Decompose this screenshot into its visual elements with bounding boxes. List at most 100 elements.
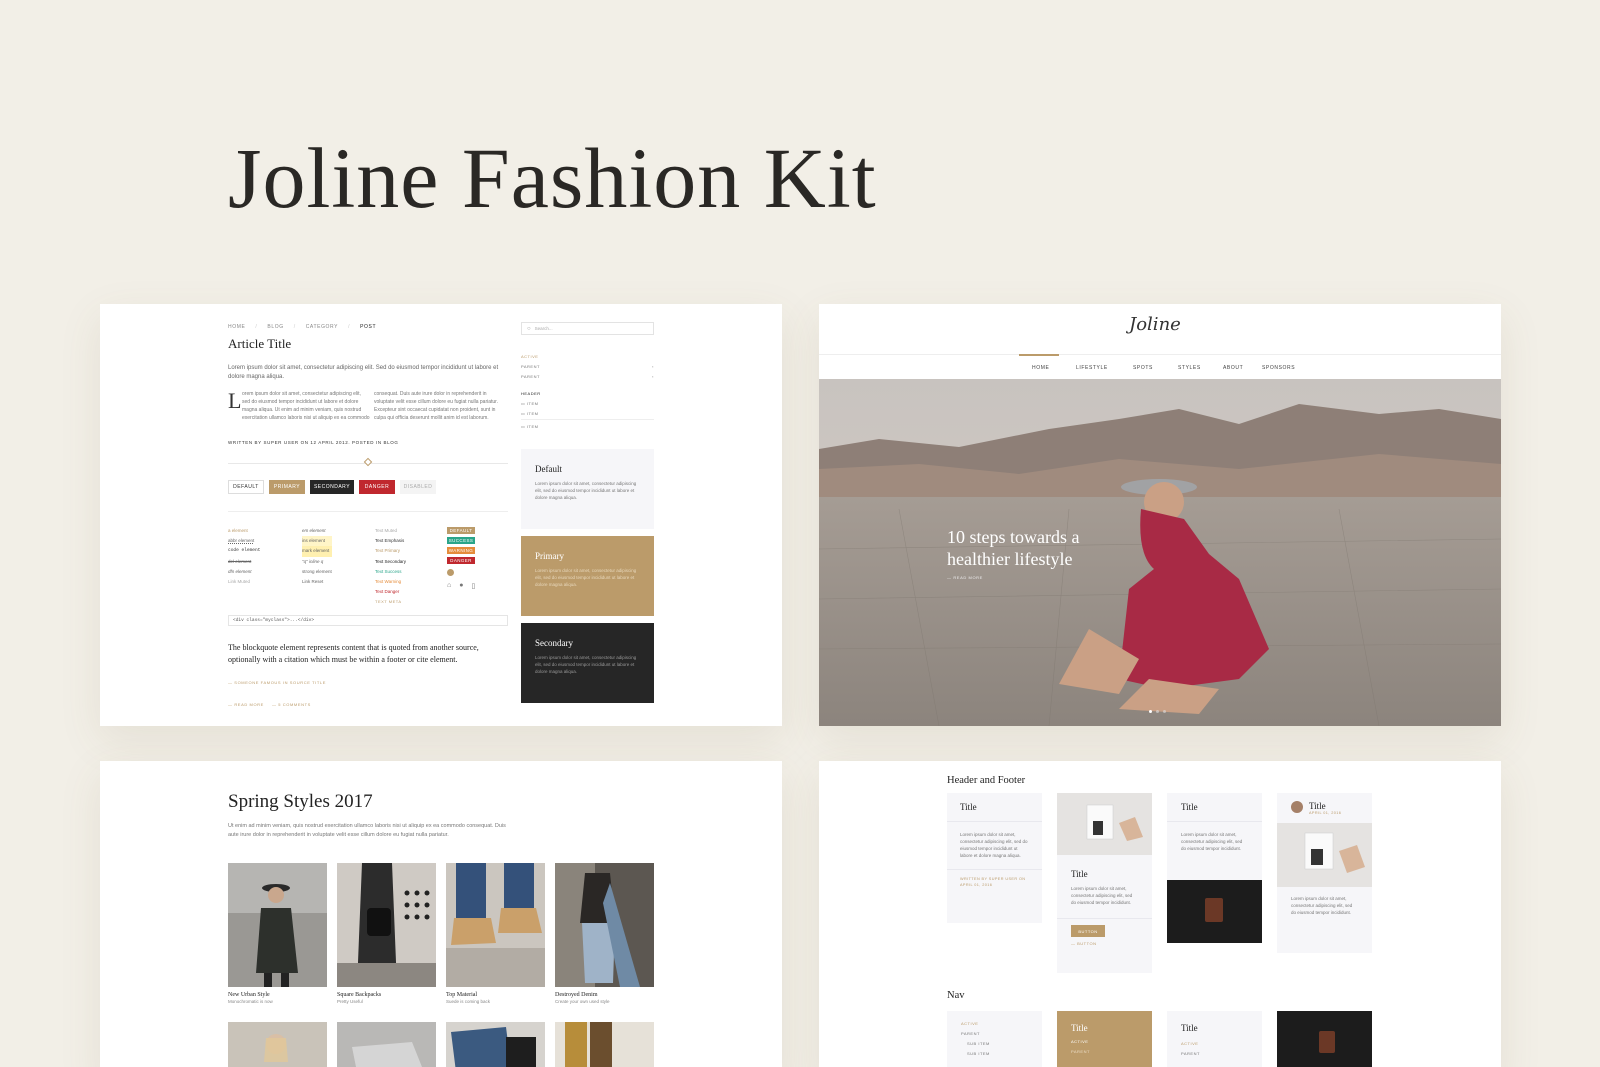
slider-dot-active[interactable] — [1149, 710, 1152, 713]
secondary-button[interactable]: SECONDARY — [310, 480, 354, 494]
sidenav-item-parent[interactable]: PARENT ‹ — [521, 362, 654, 372]
nav-spots[interactable]: SPOTS — [1133, 365, 1153, 371]
divider — [1167, 821, 1262, 822]
github-icon[interactable]: ● — [459, 582, 463, 590]
gallery-item-title[interactable]: Top Material — [446, 992, 490, 998]
text-danger: Text Danger — [375, 589, 400, 595]
nav-item-active[interactable]: ACTIVE — [961, 1019, 1028, 1029]
card-primary: Primary Lorem ipsum dolor sit amet, cons… — [521, 536, 654, 616]
dot-badge — [447, 569, 454, 576]
section-title-nav: Nav — [947, 990, 965, 1001]
code-element: code element — [228, 548, 261, 554]
gallery-caption: Destroyed Denim Create your own used sty… — [555, 992, 610, 1004]
breadcrumb-home[interactable]: HOME — [228, 324, 245, 330]
nav-about[interactable]: ABOUT — [1223, 365, 1243, 371]
card-text: Lorem ipsum dolor sit amet, consectetur … — [535, 568, 637, 587]
gallery-image-urban[interactable] — [228, 863, 327, 987]
slider-dot[interactable] — [1163, 710, 1166, 713]
badge-danger: DANGER — [447, 557, 475, 564]
card-text: Lorem ipsum dolor sit amet, consectetur … — [960, 832, 1028, 858]
nav-card-default: ACTIVE PARENT SUB ITEM SUB ITEM — [947, 1011, 1042, 1067]
gallery-image[interactable] — [337, 1022, 436, 1067]
gallery-item-sub: Pretty Useful — [337, 999, 363, 1004]
hero-read-more-link[interactable]: — READ MORE — [947, 575, 983, 580]
breadcrumb-blog[interactable]: BLOG — [267, 324, 283, 330]
danger-button[interactable]: DANGER — [359, 480, 395, 494]
card-title: Secondary — [535, 638, 573, 648]
comments-link[interactable]: — 5 COMMENTS — [272, 702, 311, 707]
gallery-image[interactable] — [228, 1022, 327, 1067]
read-more-link[interactable]: — READ MORE — [228, 702, 264, 707]
card-title: Title — [1309, 801, 1326, 811]
card-title: Title — [960, 802, 977, 812]
search-icon: ○ — [527, 325, 531, 332]
card-text: Lorem ipsum dolor sit amet, consectetur … — [535, 655, 637, 674]
gallery-item-sub: Monochromatic is now — [228, 999, 273, 1004]
gallery-image[interactable] — [446, 1022, 545, 1067]
home-icon[interactable]: ⌂ — [447, 582, 451, 590]
sidenav-header: HEADER — [521, 391, 541, 396]
nav-item-parent[interactable]: PARENT — [1181, 1049, 1248, 1059]
card-secondary: Secondary Lorem ipsum dolor sit amet, co… — [521, 623, 654, 703]
primary-button[interactable]: PRIMARY — [269, 480, 305, 494]
page-title: Joline Fashion Kit — [228, 130, 877, 226]
nav-home[interactable]: HOME — [1032, 365, 1049, 371]
sidenav-item[interactable]: ▭ ITEM — [521, 409, 654, 419]
sidenav-item[interactable]: ▭ ITEM — [521, 419, 654, 432]
search-input[interactable]: Search... — [535, 326, 553, 331]
divider — [1057, 918, 1152, 919]
badge-success: SUCCESS — [447, 537, 475, 544]
nav-item-parent[interactable]: PARENT — [1071, 1047, 1138, 1057]
nav-card-dark — [1277, 1011, 1372, 1067]
nav-item-active[interactable]: ACTIVE — [1071, 1037, 1138, 1047]
slider-dot[interactable] — [1156, 710, 1159, 713]
article-footer-links: — READ MORE — 5 COMMENTS — [228, 702, 311, 707]
article-panel: HOME / BLOG / CATEGORY / POST Article Title… — [100, 304, 782, 726]
gallery-image-denim[interactable] — [555, 863, 654, 987]
nav-item-active[interactable]: ACTIVE — [1181, 1039, 1248, 1049]
gallery-item-title[interactable]: Square Backpacks — [337, 992, 381, 998]
nav-styles[interactable]: STYLES — [1178, 365, 1201, 371]
gallery-item-title[interactable]: Destroyed Denim — [555, 992, 610, 998]
text-elements-col-3: Text Muted Text Emphasis Text Primary Te… — [375, 526, 406, 608]
nav-sub-item[interactable]: SUB ITEM — [961, 1039, 1028, 1049]
blockquote-cite: — SOMEONE FAMOUS IN SOURCE TITLE — [228, 680, 327, 685]
gallery-image-backpacks[interactable] — [337, 863, 436, 987]
breadcrumb-category[interactable]: CATEGORY — [306, 324, 338, 330]
site-logo[interactable]: Joline — [1129, 314, 1181, 335]
search-box[interactable]: ○ Search... — [521, 322, 654, 335]
card-text: Lorem ipsum dolor sit amet, consectetur … — [1181, 832, 1243, 851]
card-title: Title — [1071, 869, 1088, 879]
nav-sub-item[interactable]: SUB ITEM — [961, 1049, 1028, 1059]
breadcrumb: HOME / BLOG / CATEGORY / POST — [228, 324, 377, 330]
gallery-item-title[interactable]: New Urban Style — [228, 992, 273, 998]
text-secondary: Text Secondary — [375, 558, 407, 564]
blockquote: The blockquote element represents conten… — [228, 643, 479, 664]
gallery-item-sub: Create your own used style — [555, 999, 610, 1004]
avatar[interactable] — [1291, 801, 1303, 813]
nav-sponsors[interactable]: SPONSORS — [1262, 365, 1295, 371]
nav-lifestyle[interactable]: LIFESTYLE — [1076, 365, 1108, 371]
link-muted[interactable]: Link Muted — [228, 577, 260, 587]
a-element-link[interactable]: a element — [228, 526, 260, 536]
del-element: del element — [228, 558, 252, 564]
trash-icon[interactable]: ▯ — [471, 582, 475, 590]
card-button[interactable]: BUTTON — [1071, 925, 1105, 937]
divider — [947, 869, 1042, 870]
badge-warning: WARNING — [447, 547, 475, 554]
default-button[interactable]: DEFAULT — [228, 480, 264, 494]
gallery-image-material[interactable] — [446, 863, 545, 987]
gallery-item-sub: Suede is coming back — [446, 999, 491, 1004]
sidenav-item-active[interactable]: ACTIVE — [521, 352, 654, 362]
nav-item-parent[interactable]: PARENT — [961, 1029, 1028, 1039]
sidenav-item-parent[interactable]: PARENT ‹ — [521, 372, 654, 382]
gallery-image[interactable] — [555, 1022, 654, 1067]
card-button-link[interactable]: — BUTTON — [1071, 941, 1138, 946]
diamond-icon — [363, 457, 373, 467]
link-reset[interactable]: Link Reset — [302, 577, 332, 587]
sidenav-item[interactable]: ▭ ITEM — [521, 399, 654, 409]
card-title: Primary — [535, 551, 564, 561]
divider — [228, 511, 508, 512]
gallery-intro: Ut enim ad minim veniam, quis nostrud ex… — [228, 823, 506, 838]
badge-default: DEFAULT — [447, 527, 475, 534]
